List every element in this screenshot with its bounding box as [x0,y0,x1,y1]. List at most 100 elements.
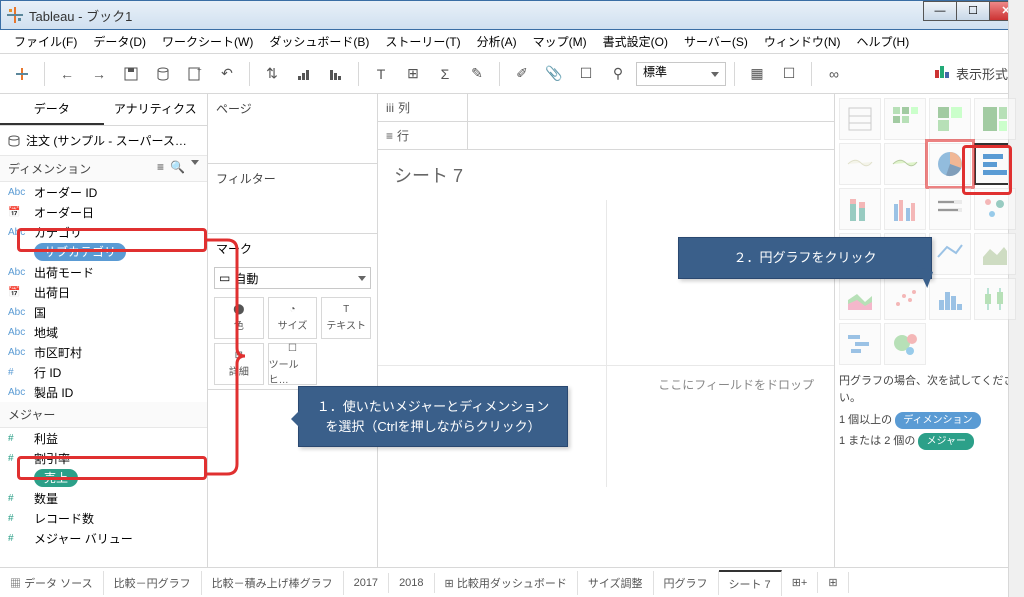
showme-treemap[interactable] [974,98,1016,140]
showme-map2[interactable] [884,143,926,185]
tab-data[interactable]: データ [0,94,104,125]
field-region[interactable]: Abc地域 [0,322,207,342]
back-button[interactable]: ← [53,60,81,88]
tab-2017[interactable]: 2017 [344,573,389,593]
sheet-title[interactable]: シート 7 [378,150,834,200]
new-dashboard-button[interactable]: ⊞ [818,572,848,593]
pages-shelf[interactable]: ページ [208,94,377,164]
mark-size-button[interactable]: ◔サイズ [268,297,318,339]
datasource-row[interactable]: 注文 (サンプル - スーパース… [0,126,207,156]
menu-file[interactable]: ファイル(F) [6,33,85,50]
totals-button[interactable]: Σ [431,60,459,88]
highlight-button[interactable]: ✎ [463,60,491,88]
labels-button[interactable]: T [367,60,395,88]
menu-window[interactable]: ウィンドウ(N) [756,33,849,50]
new-datasource-button[interactable] [149,60,177,88]
columns-shelf[interactable]: iii列 [378,94,834,122]
showme-circle-view[interactable] [974,188,1016,230]
tab-datasource[interactable]: ▦ データ ソース [0,571,104,595]
worksheet-icon[interactable]: ☐ [572,60,600,88]
forward-button[interactable]: → [85,60,113,88]
fit-select[interactable]: 標準 [636,62,726,86]
mark-color-button[interactable]: ⬤色 [214,297,264,339]
showme-histogram[interactable] [929,278,971,320]
showme-scatter[interactable] [884,278,926,320]
rows-icon: ≡ [386,129,393,143]
menu-format[interactable]: 書式設定(O) [595,33,676,50]
attach-icon[interactable]: 📎 [540,60,568,88]
tab-pie[interactable]: 円グラフ [654,571,719,595]
menu-dashboard[interactable]: ダッシュボード(B) [261,33,377,50]
field-subcategory[interactable]: Abcサブカテゴリ [0,242,207,262]
field-quantity[interactable]: #数量 [0,488,207,508]
rows-shelf[interactable]: ≡行 [378,122,834,150]
showme-toggle[interactable]: 表示形式 [935,64,1016,83]
menu-worksheet[interactable]: ワークシート(W) [154,33,261,50]
new-worksheet-button[interactable]: + [181,60,209,88]
menu-map[interactable]: マップ(M) [525,33,595,50]
filters-shelf[interactable]: フィルター [208,164,377,234]
mark-tooltip-button[interactable]: ☐ツールヒ… [268,343,318,385]
field-order-date[interactable]: 📅オーダー日 [0,202,207,222]
new-sheet-button[interactable]: ⊞+ [782,572,819,593]
tab-compare-dashboard[interactable]: ⊞ 比較用ダッシュボード [435,571,578,595]
showme-area[interactable] [974,233,1016,275]
presentation-button[interactable]: ▦ [743,60,771,88]
tab-compare-pie[interactable]: 比較－円グラフ [104,571,202,595]
maximize-button[interactable]: ☐ [956,1,990,21]
showme-area2[interactable] [839,278,881,320]
pen-icon[interactable]: ✐ [508,60,536,88]
field-product-id[interactable]: Abc製品 ID [0,382,207,402]
pin-icon[interactable]: ⚲ [604,60,632,88]
field-sales[interactable]: #売上 [0,468,207,488]
device-button[interactable]: ☐ [775,60,803,88]
tab-sheet7[interactable]: シート 7 [719,570,782,596]
tab-analytics[interactable]: アナリティクス [104,94,208,125]
field-city[interactable]: Abc市区町村 [0,342,207,362]
showme-map1[interactable] [839,143,881,185]
showme-side-bar[interactable] [884,188,926,230]
showme-stacked-bar[interactable] [839,188,881,230]
field-ship-date[interactable]: 📅出荷日 [0,282,207,302]
field-row-id[interactable]: #行 ID [0,362,207,382]
swap-button[interactable]: ⇅ [258,60,286,88]
field-profit[interactable]: #利益 [0,428,207,448]
field-category[interactable]: Abcカテゴリ [0,222,207,242]
menu-story[interactable]: ストーリー(T) [377,33,468,50]
showme-bubble[interactable] [884,323,926,365]
showme-heatmap[interactable] [884,98,926,140]
showme-boxplot[interactable] [974,278,1016,320]
mark-text-button[interactable]: Tテキスト [321,297,371,339]
sort-desc-button[interactable] [322,60,350,88]
mark-type-select[interactable]: ▭自動 [214,267,371,289]
field-discount[interactable]: #割引率 [0,448,207,468]
mark-detail-button[interactable]: ⊞詳細 [214,343,264,385]
showme-highlight-table[interactable] [929,98,971,140]
showme-bullet[interactable] [929,188,971,230]
field-ship-mode[interactable]: Abc出荷モード [0,262,207,282]
tab-2018[interactable]: 2018 [389,573,434,593]
field-measure-values[interactable]: #メジャー バリュー [0,528,207,548]
sort-asc-button[interactable] [290,60,318,88]
tab-size-adjust[interactable]: サイズ調整 [578,571,654,595]
menu-data[interactable]: データ(D) [85,33,154,50]
menu-server[interactable]: サーバー(S) [676,33,756,50]
clear-button[interactable]: ↶ [213,60,241,88]
share-button[interactable]: ∞ [820,60,848,88]
tab-compare-stackbar[interactable]: 比較－積み上げ棒グラフ [202,571,344,595]
columns-icon: iii [386,101,394,115]
showme-gantt[interactable] [839,323,881,365]
tableau-icon[interactable] [8,60,36,88]
showme-table[interactable] [839,98,881,140]
menu-analysis[interactable]: 分析(A) [469,33,525,50]
field-country[interactable]: Abc国 [0,302,207,322]
minimize-button[interactable]: ― [923,1,957,21]
group-button[interactable]: ⊞ [399,60,427,88]
field-record-count[interactable]: #レコード数 [0,508,207,528]
list-view-icon[interactable]: ≡ [157,160,164,177]
menu-help[interactable]: ヘルプ(H) [849,33,918,50]
search-icon[interactable]: 🔍 [170,160,185,177]
showme-pie[interactable] [929,143,971,185]
save-button[interactable] [117,60,145,88]
field-order-id[interactable]: Abcオーダー ID [0,182,207,202]
